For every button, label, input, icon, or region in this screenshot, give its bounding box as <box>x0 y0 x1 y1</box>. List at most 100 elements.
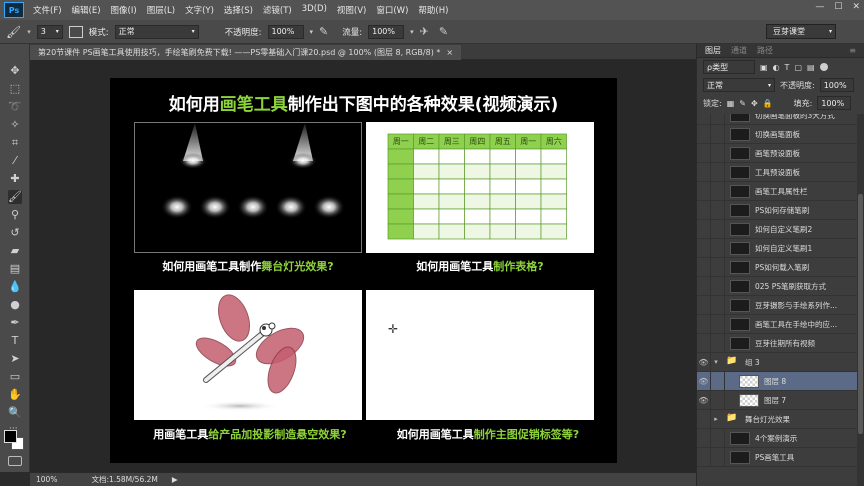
visibility-toggle[interactable] <box>697 429 711 447</box>
visibility-toggle[interactable] <box>697 258 711 276</box>
visibility-toggle[interactable] <box>697 334 711 352</box>
pressure-opacity-icon[interactable]: ✎ <box>319 25 328 38</box>
layer-row[interactable]: 画笔工具属性栏 <box>697 182 857 201</box>
canvas-area[interactable]: 如何用画笔工具制作出下图中的各种效果(视频演示) 周一 周二 周三 周四 周五 … <box>30 60 696 472</box>
layer-row[interactable]: PS如何存储笔刷 <box>697 201 857 220</box>
lock-position-icon[interactable]: ✥ <box>751 99 758 108</box>
visibility-toggle[interactable] <box>697 201 711 219</box>
quick-select-tool-icon[interactable]: ✧ <box>8 118 22 132</box>
eraser-tool-icon[interactable]: ▰ <box>8 244 22 258</box>
menu-item[interactable]: 3D(D) <box>297 4 332 16</box>
menu-item[interactable]: 编辑(E) <box>67 4 106 16</box>
layer-row[interactable]: 画笔工具在手绘中的应... <box>697 315 857 334</box>
visibility-toggle[interactable] <box>697 277 711 295</box>
brush-tool-icon[interactable]: 🖌 <box>8 190 22 204</box>
visibility-toggle[interactable] <box>697 220 711 238</box>
maximize-icon[interactable]: ☐ <box>834 2 842 12</box>
mode-select[interactable]: 正常 ▾ <box>114 24 199 39</box>
menu-item[interactable]: 图像(I) <box>106 4 142 16</box>
menu-item[interactable]: 文字(Y) <box>180 4 219 16</box>
menu-item[interactable]: 选择(S) <box>219 4 258 16</box>
eye-icon[interactable]: 👁 <box>697 353 711 371</box>
layer-opacity-input[interactable]: 100% <box>819 78 854 92</box>
zoom-level[interactable]: 100% <box>36 475 57 484</box>
filter-adjust-icon[interactable]: ◐ <box>773 63 780 72</box>
close-icon[interactable]: ✕ <box>852 2 860 12</box>
lock-image-icon[interactable]: ✎ <box>739 99 746 108</box>
healing-brush-tool-icon[interactable]: ✚ <box>8 172 22 186</box>
clone-stamp-tool-icon[interactable]: ⚲ <box>8 208 22 222</box>
quick-mask-icon[interactable] <box>8 456 22 466</box>
eye-icon[interactable]: 👁 <box>697 372 711 390</box>
layer-group-row[interactable]: ▸ 📁 舞台灯光效果 <box>697 410 857 429</box>
group-expand-icon[interactable]: ▸ <box>711 410 721 428</box>
menu-item[interactable]: 帮助(H) <box>413 4 453 16</box>
tab-close-icon[interactable]: × <box>446 48 453 57</box>
opacity-input[interactable]: 100% <box>267 24 304 39</box>
minimize-icon[interactable]: — <box>815 2 824 12</box>
visibility-toggle[interactable] <box>697 315 711 333</box>
foreground-color-swatch[interactable] <box>4 430 17 443</box>
visibility-toggle[interactable] <box>697 296 711 314</box>
lasso-tool-icon[interactable]: ➰ <box>8 100 22 114</box>
menu-item[interactable]: 图层(L) <box>142 4 180 16</box>
tab-paths[interactable]: 路径 <box>757 45 773 56</box>
menu-item[interactable]: 视图(V) <box>332 4 371 16</box>
workspace-select[interactable]: 豆芽课堂 ▾ <box>766 24 836 39</box>
layer-row[interactable]: PS如何载入笔刷 <box>697 258 857 277</box>
path-select-tool-icon[interactable]: ➤ <box>8 352 22 366</box>
layer-group-row[interactable]: 👁 ▾ 📁 组 3 <box>697 353 857 372</box>
visibility-toggle[interactable] <box>697 410 711 428</box>
airbrush-icon[interactable]: ✈ <box>420 25 429 38</box>
flow-input[interactable]: 100% <box>368 24 405 39</box>
move-tool-icon[interactable]: ✥ <box>8 64 22 78</box>
tab-channels[interactable]: 通道 <box>731 45 747 56</box>
pressure-size-icon[interactable]: ✎ <box>439 25 448 38</box>
layers-scrollbar[interactable] <box>857 114 864 486</box>
lock-all-icon[interactable]: 🔒 <box>763 99 773 108</box>
brush-panel-icon[interactable] <box>68 25 83 38</box>
visibility-toggle[interactable] <box>697 182 711 200</box>
layer-row[interactable]: 025 PS笔刷获取方式 <box>697 277 857 296</box>
pen-tool-icon[interactable]: ✒ <box>8 316 22 330</box>
eye-icon[interactable]: 👁 <box>697 391 711 409</box>
filter-pixel-icon[interactable]: ▣ <box>760 63 768 72</box>
visibility-toggle[interactable] <box>697 239 711 257</box>
layer-row[interactable]: 工具预设面板 <box>697 163 857 182</box>
shape-tool-icon[interactable]: ▭ <box>8 370 22 384</box>
filter-type-select[interactable]: ρ类型 <box>703 60 755 74</box>
document-tab[interactable]: 第20节课件 PS画笔工具使用技巧，手绘笔刷免费下载! ——PS零基础入门课20… <box>30 45 462 60</box>
layer-row[interactable]: 如何自定义笔刷1 <box>697 239 857 258</box>
document-info[interactable]: 文档:1.58M/56.2M <box>91 474 157 485</box>
visibility-toggle[interactable] <box>697 125 711 143</box>
fill-input[interactable]: 100% <box>817 96 852 110</box>
dodge-tool-icon[interactable]: ● <box>8 298 22 312</box>
filter-shape-icon[interactable]: ▢ <box>794 63 802 72</box>
visibility-toggle[interactable] <box>697 114 711 124</box>
tool-preset-dropdown[interactable]: ▾ <box>27 28 31 36</box>
menu-item[interactable]: 滤镜(T) <box>258 4 297 16</box>
tab-layers[interactable]: 图层 <box>705 45 721 56</box>
filter-type-icon[interactable]: T <box>785 63 790 72</box>
document-canvas[interactable]: 如何用画笔工具制作出下图中的各种效果(视频演示) 周一 周二 周三 周四 周五 … <box>110 78 617 463</box>
opacity-dropdown[interactable]: ▾ <box>310 28 314 36</box>
marquee-tool-icon[interactable]: ⬚ <box>8 82 22 96</box>
type-tool-icon[interactable]: T <box>8 334 22 348</box>
layer-row[interactable]: 画笔预设面板 <box>697 144 857 163</box>
brush-size-picker[interactable]: 3 ▾ <box>36 24 63 39</box>
visibility-toggle[interactable] <box>697 163 711 181</box>
flow-dropdown[interactable]: ▾ <box>410 28 414 36</box>
blend-mode-select[interactable]: 正常 ▾ <box>703 78 775 92</box>
hand-tool-icon[interactable]: ✋ <box>8 388 22 402</box>
layers-scroll-thumb[interactable] <box>858 194 863 434</box>
menu-item[interactable]: 窗口(W) <box>371 4 413 16</box>
layer-row[interactable]: 切换画笔面板的3大方式 <box>697 114 857 125</box>
layer-row[interactable]: 👁 图层 7 <box>697 391 857 410</box>
lock-transparent-icon[interactable]: ▦ <box>727 99 735 108</box>
eyedropper-tool-icon[interactable]: ⁄ <box>8 154 22 168</box>
history-brush-tool-icon[interactable]: ↺ <box>8 226 22 240</box>
brush-tool-icon[interactable]: 🖌 <box>6 25 21 39</box>
crop-tool-icon[interactable]: ⌗ <box>8 136 22 150</box>
gradient-tool-icon[interactable]: ▤ <box>8 262 22 276</box>
layer-row[interactable]: 豆芽摄影与手绘系列作... <box>697 296 857 315</box>
